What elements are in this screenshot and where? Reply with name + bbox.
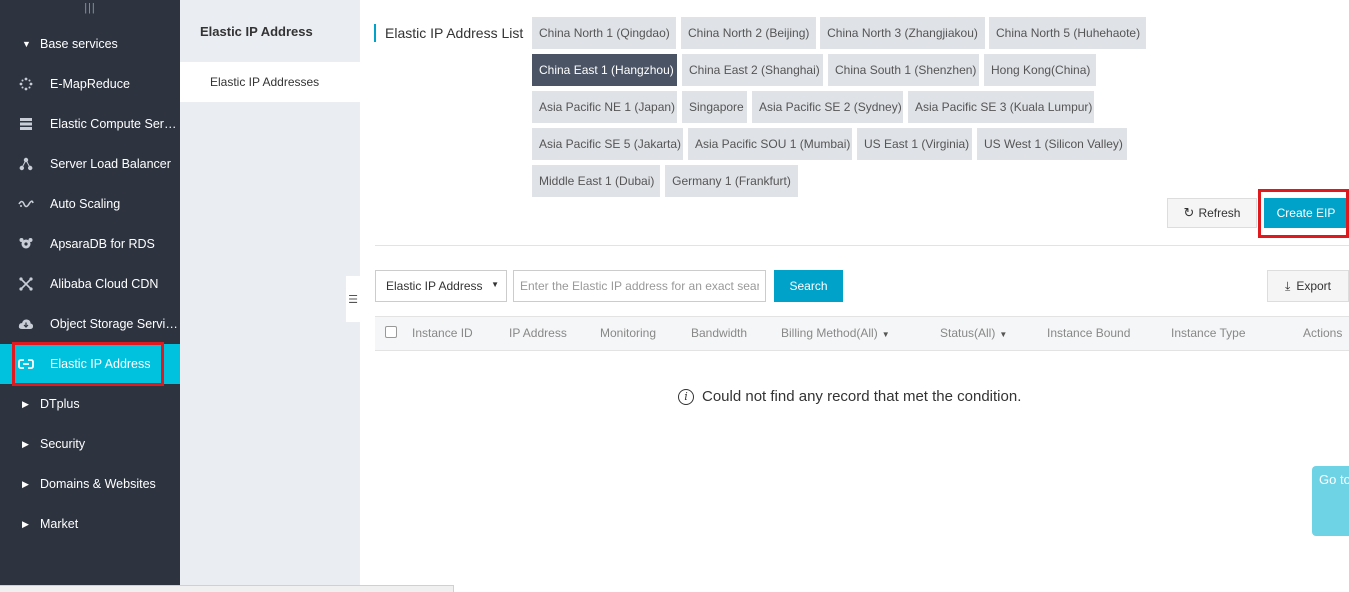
sidebar-item-e-mapreduce[interactable]: E-MapReduce xyxy=(0,64,180,104)
sidebar-group-security[interactable]: ▶ Security xyxy=(0,424,180,464)
table-header: Instance ID IP Address Monitoring Bandwi… xyxy=(375,316,1349,351)
region-asia-pacific-se-2[interactable]: Asia Pacific SE 2 (Sydney) xyxy=(752,91,903,123)
filter-select-value: Elastic IP Address xyxy=(386,279,483,293)
caret-down-icon: ▼ xyxy=(22,39,31,49)
caret-down-icon: ▼ xyxy=(491,280,499,289)
cloud-storage-icon xyxy=(18,316,34,332)
export-label: Export xyxy=(1296,279,1331,293)
sidebar-item-label: Auto Scaling xyxy=(50,197,121,211)
export-button[interactable]: ⤓ Export xyxy=(1267,270,1349,302)
database-icon xyxy=(18,236,34,252)
sub-navigation: Elastic IP Address Elastic IP Addresses xyxy=(180,0,360,585)
create-eip-button[interactable]: Create EIP xyxy=(1264,198,1348,228)
sidebar-item-slb[interactable]: Server Load Balancer xyxy=(0,144,180,184)
load-balancer-icon xyxy=(18,156,34,172)
e-mapreduce-icon xyxy=(18,76,34,92)
export-icon: ⤓ xyxy=(1285,278,1291,293)
region-china-south-1[interactable]: China South 1 (Shenzhen) xyxy=(828,54,979,86)
select-all-checkbox[interactable] xyxy=(385,326,397,338)
collapse-subnav-icon[interactable]: ☰ xyxy=(346,276,360,322)
region-asia-pacific-sou-1[interactable]: Asia Pacific SOU 1 (Mumbai) xyxy=(688,128,852,160)
column-instance-bound: Instance Bound xyxy=(1047,326,1131,340)
region-asia-pacific-se-3[interactable]: Asia Pacific SE 3 (Kuala Lumpur) xyxy=(908,91,1094,123)
caret-right-icon: ▶ xyxy=(22,438,29,449)
region-china-east-2[interactable]: China East 2 (Shanghai) xyxy=(682,54,823,86)
refresh-button[interactable]: ↻ Refresh xyxy=(1167,198,1257,228)
subnav-item-elastic-ip-addresses[interactable]: Elastic IP Addresses xyxy=(180,62,360,102)
region-asia-pacific-ne-1[interactable]: Asia Pacific NE 1 (Japan) xyxy=(532,91,677,123)
caret-right-icon: ▶ xyxy=(22,478,29,489)
main-content: Elastic IP Address List China North 1 (Q… xyxy=(360,0,1349,592)
subnav-title: Elastic IP Address xyxy=(200,23,313,39)
region-asia-pacific-se-5[interactable]: Asia Pacific SE 5 (Jakarta) xyxy=(532,128,683,160)
region-germany-1[interactable]: Germany 1 (Frankfurt) xyxy=(665,165,798,197)
column-label: Billing Method(All) xyxy=(781,326,878,340)
sidebar: ||| ▼ Base services E-MapReduce Elastic … xyxy=(0,0,180,585)
sidebar-item-label: Object Storage Service xyxy=(50,317,178,331)
column-label: Status(All) xyxy=(940,326,996,340)
sidebar-item-label: Elastic Compute Service xyxy=(50,117,178,131)
sidebar-grip[interactable]: ||| xyxy=(0,2,180,14)
info-icon: i xyxy=(678,388,694,405)
refresh-icon: ↻ xyxy=(1183,205,1195,220)
region-china-north-3[interactable]: China North 3 (Zhangjiakou) xyxy=(820,17,985,49)
empty-message: Could not find any record that met the c… xyxy=(702,388,1022,405)
sidebar-item-ecs[interactable]: Elastic Compute Service xyxy=(0,104,180,144)
refresh-label: Refresh xyxy=(1198,206,1241,220)
elastic-ip-icon xyxy=(18,356,34,372)
region-china-north-1[interactable]: China North 1 (Qingdao) xyxy=(532,17,676,49)
sidebar-group-label: Domains & Websites xyxy=(40,477,156,491)
sidebar-item-label: ApsaraDB for RDS xyxy=(50,237,155,251)
caret-down-icon: ▼ xyxy=(881,330,890,339)
filter-type-select[interactable]: Elastic IP Address ▼ xyxy=(375,270,507,302)
sidebar-group-label: DTplus xyxy=(40,397,80,411)
sidebar-group-domains[interactable]: ▶ Domains & Websites xyxy=(0,464,180,504)
region-china-north-5[interactable]: China North 5 (Huhehaote) xyxy=(989,17,1146,49)
page-title: Elastic IP Address List xyxy=(374,24,523,42)
search-input[interactable] xyxy=(513,270,766,302)
sidebar-item-label: Elastic IP Address xyxy=(50,357,151,371)
column-ip-address: IP Address xyxy=(509,326,567,340)
sidebar-item-elastic-ip[interactable]: Elastic IP Address xyxy=(0,344,180,384)
caret-right-icon: ▶ xyxy=(22,398,29,409)
cdn-icon xyxy=(18,276,34,292)
go-to-new-version-button[interactable]: Go to New Version xyxy=(1312,466,1349,536)
sidebar-group-label: Market xyxy=(40,517,79,531)
caret-right-icon: ▶ xyxy=(22,518,29,529)
sidebar-group-label: Security xyxy=(40,437,86,451)
column-monitoring: Monitoring xyxy=(600,326,657,340)
region-hong-kong[interactable]: Hong Kong(China) xyxy=(984,54,1096,86)
column-instance-id: Instance ID xyxy=(412,326,473,340)
column-instance-type: Instance Type xyxy=(1171,326,1246,340)
region-us-west-1[interactable]: US West 1 (Silicon Valley) xyxy=(977,128,1127,160)
search-button[interactable]: Search xyxy=(774,270,843,302)
server-icon xyxy=(18,116,34,132)
column-status[interactable]: Status(All) ▼ xyxy=(940,317,1007,350)
empty-state: i Could not find any record that met the… xyxy=(678,388,1021,405)
auto-scaling-icon xyxy=(18,196,34,212)
section-divider xyxy=(375,245,1349,246)
column-bandwidth: Bandwidth xyxy=(691,326,748,340)
browser-status-bar xyxy=(0,585,454,592)
region-us-east-1[interactable]: US East 1 (Virginia) xyxy=(857,128,972,160)
sidebar-group-dtplus[interactable]: ▶ DTplus xyxy=(0,384,180,424)
sidebar-item-label: Server Load Balancer xyxy=(50,157,171,171)
sidebar-group-label: Base services xyxy=(40,37,118,51)
sidebar-group-base-services[interactable]: ▼ Base services xyxy=(0,24,180,64)
sidebar-item-label: E-MapReduce xyxy=(50,77,130,91)
column-billing-method[interactable]: Billing Method(All) ▼ xyxy=(781,317,890,350)
sidebar-group-market[interactable]: ▶ Market xyxy=(0,504,180,544)
region-middle-east-1[interactable]: Middle East 1 (Dubai) xyxy=(532,165,660,197)
sidebar-item-auto-scaling[interactable]: Auto Scaling xyxy=(0,184,180,224)
sidebar-item-oss[interactable]: Object Storage Service xyxy=(0,304,180,344)
sidebar-item-cdn[interactable]: Alibaba Cloud CDN xyxy=(0,264,180,304)
sidebar-item-label: Alibaba Cloud CDN xyxy=(50,277,159,291)
sidebar-item-rds[interactable]: ApsaraDB for RDS xyxy=(0,224,180,264)
region-china-east-1[interactable]: China East 1 (Hangzhou) xyxy=(532,54,677,86)
column-actions: Actions xyxy=(1303,326,1343,340)
region-china-north-2[interactable]: China North 2 (Beijing) xyxy=(681,17,816,49)
region-singapore[interactable]: Singapore xyxy=(682,91,747,123)
caret-down-icon: ▼ xyxy=(999,330,1008,339)
